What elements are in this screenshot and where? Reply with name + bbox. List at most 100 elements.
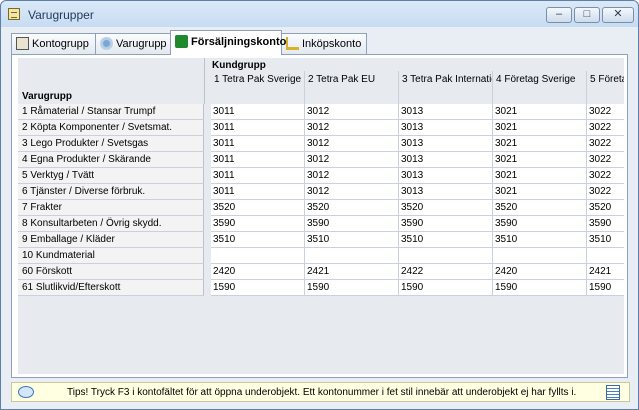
column-header[interactable]: 1 Tetra Pak Sverige bbox=[211, 71, 305, 104]
account-cell[interactable]: 3012 bbox=[305, 152, 399, 168]
account-group-icon bbox=[16, 37, 29, 50]
account-cell[interactable]: 1590 bbox=[305, 280, 399, 296]
row-header[interactable]: 10 Kundmaterial bbox=[18, 248, 204, 264]
account-cell[interactable]: 1590 bbox=[493, 280, 587, 296]
account-cell[interactable] bbox=[587, 248, 624, 264]
account-cell[interactable]: 3012 bbox=[305, 136, 399, 152]
account-cell[interactable]: 3510 bbox=[587, 232, 624, 248]
tip-text: Tips! Tryck F3 i kontofältet för att öpp… bbox=[67, 387, 577, 398]
account-cell[interactable]: 3021 bbox=[493, 120, 587, 136]
account-cell[interactable] bbox=[493, 248, 587, 264]
tab-label: Försäljningskonto bbox=[191, 36, 287, 48]
account-cell[interactable]: 2420 bbox=[493, 264, 587, 280]
account-cell[interactable]: 3013 bbox=[399, 120, 493, 136]
account-cell[interactable]: 3011 bbox=[211, 104, 305, 120]
tab-label: Kontogrupp bbox=[32, 38, 89, 50]
account-cell[interactable]: 3021 bbox=[493, 104, 587, 120]
row-header-title-cell: Varugrupp bbox=[18, 58, 205, 104]
row-header[interactable]: 2 Köpta Komponenter / Svetsmat. bbox=[18, 120, 204, 136]
account-cell[interactable]: 3520 bbox=[493, 200, 587, 216]
close-button[interactable]: ✕ bbox=[602, 7, 634, 23]
account-cell[interactable]: 3013 bbox=[399, 152, 493, 168]
sales-account-icon bbox=[175, 35, 188, 48]
account-cell[interactable]: 3012 bbox=[305, 184, 399, 200]
row-header[interactable]: 5 Verktyg / Tvätt bbox=[18, 168, 204, 184]
account-cell[interactable]: 3022 bbox=[587, 184, 624, 200]
minimize-button[interactable]: – bbox=[546, 7, 572, 23]
account-cell[interactable]: 3590 bbox=[493, 216, 587, 232]
account-cell[interactable]: 2420 bbox=[211, 264, 305, 280]
tab-panel: Varugrupp 1 Råmaterial / Stansar Trumpf 2… bbox=[11, 54, 628, 378]
row-header[interactable]: 6 Tjänster / Diverse förbruk. bbox=[18, 184, 204, 200]
row-header[interactable]: 4 Egna Produkter / Skärande bbox=[18, 152, 204, 168]
account-cell[interactable]: 3510 bbox=[305, 232, 399, 248]
account-cell[interactable]: 3021 bbox=[493, 168, 587, 184]
account-cell[interactable]: 3022 bbox=[587, 168, 624, 184]
varugrupper-window: Varugrupper – □ ✕ Kontogrupp Varugrupp F… bbox=[0, 0, 639, 410]
account-cell[interactable]: 3520 bbox=[399, 200, 493, 216]
column-header[interactable]: 3 Tetra Pak Internatio bbox=[399, 71, 493, 104]
account-cell[interactable]: 3012 bbox=[305, 120, 399, 136]
row-header[interactable]: 3 Lego Produkter / Svetsgas bbox=[18, 136, 204, 152]
column-header[interactable]: 2 Tetra Pak EU bbox=[305, 71, 399, 104]
account-cell[interactable] bbox=[399, 248, 493, 264]
tab-inkopskonto[interactable]: Inköpskonto bbox=[281, 33, 367, 54]
account-cell[interactable]: 3520 bbox=[587, 200, 624, 216]
maximize-button[interactable]: □ bbox=[574, 7, 600, 23]
row-header[interactable]: 9 Emballage / Kläder bbox=[18, 232, 204, 248]
row-header[interactable]: 60 Förskott bbox=[18, 264, 204, 280]
account-cell[interactable]: 2421 bbox=[305, 264, 399, 280]
account-cell[interactable]: 3510 bbox=[211, 232, 305, 248]
account-cell[interactable]: 1590 bbox=[211, 280, 305, 296]
account-cell[interactable] bbox=[305, 248, 399, 264]
tip-bubble-icon bbox=[18, 386, 34, 398]
account-cell[interactable]: 3520 bbox=[211, 200, 305, 216]
account-cell[interactable]: 3012 bbox=[305, 168, 399, 184]
account-grid: Varugrupp 1 Råmaterial / Stansar Trumpf 2… bbox=[18, 58, 624, 374]
account-cell[interactable]: 3520 bbox=[305, 200, 399, 216]
account-cell[interactable]: 1590 bbox=[399, 280, 493, 296]
account-cell[interactable]: 3590 bbox=[587, 216, 624, 232]
account-cell[interactable]: 3011 bbox=[211, 120, 305, 136]
account-cell[interactable]: 2422 bbox=[399, 264, 493, 280]
document-list-icon[interactable] bbox=[606, 385, 620, 400]
tab-kontogrupp[interactable]: Kontogrupp bbox=[11, 33, 96, 54]
account-cell[interactable]: 3011 bbox=[211, 184, 305, 200]
account-cell[interactable]: 3013 bbox=[399, 168, 493, 184]
row-header[interactable]: 1 Råmaterial / Stansar Trumpf bbox=[18, 104, 204, 120]
account-cell[interactable]: 3021 bbox=[493, 136, 587, 152]
account-cell[interactable]: 3013 bbox=[399, 104, 493, 120]
column-header[interactable]: 5 Företag bbox=[587, 71, 624, 104]
tab-forsaljningskonto[interactable]: Försäljningskonto bbox=[170, 30, 286, 55]
account-cell[interactable]: 3510 bbox=[399, 232, 493, 248]
account-cell[interactable] bbox=[211, 248, 305, 264]
account-cell[interactable]: 3013 bbox=[399, 184, 493, 200]
tab-varugrupp[interactable]: Varugrupp bbox=[95, 33, 171, 54]
account-cell[interactable]: 3011 bbox=[211, 136, 305, 152]
account-cell[interactable]: 3012 bbox=[305, 104, 399, 120]
account-cell[interactable]: 3021 bbox=[493, 152, 587, 168]
account-cell[interactable]: 3022 bbox=[587, 104, 624, 120]
status-bar: Tips! Tryck F3 i kontofältet för att öpp… bbox=[11, 382, 630, 402]
account-cell[interactable]: 3022 bbox=[587, 136, 624, 152]
account-cell[interactable]: 3510 bbox=[493, 232, 587, 248]
row-header[interactable]: 7 Frakter bbox=[18, 200, 204, 216]
cell-area: Kundgrupp 1 Tetra Pak Sverige 2 Tetra Pak… bbox=[211, 58, 624, 374]
account-cell[interactable]: 3022 bbox=[587, 120, 624, 136]
shopping-cart-icon bbox=[286, 37, 299, 50]
app-icon bbox=[8, 8, 20, 20]
account-cell[interactable]: 3590 bbox=[399, 216, 493, 232]
account-cell[interactable]: 3011 bbox=[211, 168, 305, 184]
row-header[interactable]: 8 Konsultarbeten / Övrig skydd. bbox=[18, 216, 204, 232]
title-bar[interactable]: Varugrupper – □ ✕ bbox=[1, 1, 638, 27]
account-cell[interactable]: 3021 bbox=[493, 184, 587, 200]
account-cell[interactable]: 3013 bbox=[399, 136, 493, 152]
account-cell[interactable]: 1590 bbox=[587, 280, 624, 296]
account-cell[interactable]: 3011 bbox=[211, 152, 305, 168]
column-header[interactable]: 4 Företag Sverige bbox=[493, 71, 587, 104]
account-cell[interactable]: 3022 bbox=[587, 152, 624, 168]
account-cell[interactable]: 2421 bbox=[587, 264, 624, 280]
row-header[interactable]: 61 Slutlikvid/Efterskott bbox=[18, 280, 204, 296]
account-cell[interactable]: 3590 bbox=[211, 216, 305, 232]
account-cell[interactable]: 3590 bbox=[305, 216, 399, 232]
